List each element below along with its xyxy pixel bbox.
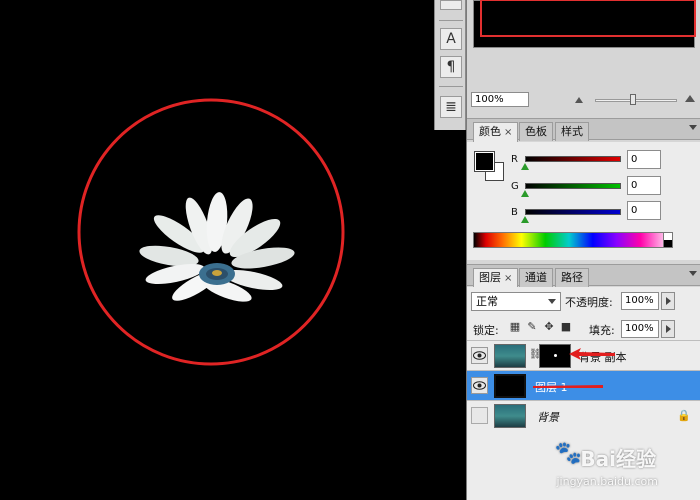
blend-mode-value: 正常 (476, 295, 498, 308)
zoom-in-icon[interactable] (685, 95, 695, 102)
tab-color[interactable]: 颜色 × (473, 122, 519, 142)
tab-layers-label: 图层 (479, 271, 501, 284)
zoom-slider-track[interactable] (595, 99, 677, 102)
navigator-preview[interactable] (473, 0, 696, 48)
zoom-out-icon[interactable] (575, 97, 583, 103)
watermark-url: jingyan.baidu.com (556, 475, 658, 488)
tab-channels-label: 通道 (525, 271, 547, 284)
blue-channel-label: B (511, 207, 518, 218)
layer-name[interactable]: 背景 (537, 409, 559, 425)
tab-channels[interactable]: 通道 (519, 268, 553, 287)
chevron-down-icon (548, 299, 556, 304)
eye-icon[interactable] (471, 377, 488, 394)
foreground-color-swatch[interactable] (474, 151, 495, 172)
blue-channel-slider[interactable] (525, 209, 621, 215)
canvas-artwork (77, 98, 345, 366)
close-icon[interactable]: × (504, 273, 512, 284)
green-channel-thumb[interactable] (521, 190, 529, 197)
watermark-brand: Bai经验 (580, 447, 656, 471)
opacity-slider-button[interactable] (661, 292, 675, 310)
blue-channel-input[interactable]: 0 (627, 201, 661, 220)
panel-dock: 100% 颜色 × 色板 样式 R 0 G 0 B 0 图层 × 通道 路径 正… (466, 0, 700, 500)
eye-icon[interactable] (471, 347, 488, 364)
red-channel-label: R (511, 154, 518, 165)
green-channel-label: G (511, 181, 519, 192)
eye-off-icon[interactable] (471, 407, 488, 424)
fill-label: 填充: (589, 324, 615, 337)
lock-position-icon[interactable]: ✥ (543, 321, 555, 333)
lock-icon: 🔒 (677, 409, 691, 422)
layer-comps-icon[interactable]: ≣ (440, 96, 462, 118)
baidu-paw-logo-icon: 🐾 (554, 441, 582, 466)
toolstrip-divider (439, 20, 463, 21)
opacity-input[interactable]: 100% (621, 292, 659, 310)
flower-image (139, 192, 295, 302)
layer-thumbnail[interactable] (494, 404, 526, 428)
tab-swatches[interactable]: 色板 (519, 122, 553, 141)
toolstrip-divider (439, 86, 463, 87)
lock-transparent-pixels-icon[interactable]: ▦ (509, 321, 521, 333)
annotation-arrow (569, 348, 615, 360)
zoom-slider-thumb[interactable] (630, 94, 636, 105)
navigator-zoom-row: 100% (467, 90, 700, 110)
panel-menu-icon[interactable] (689, 125, 697, 130)
tab-layers[interactable]: 图层 × (473, 268, 519, 288)
black-white-swatch[interactable] (663, 232, 673, 248)
fill-slider-button[interactable] (661, 320, 675, 338)
close-icon[interactable]: × (504, 127, 512, 138)
layers-panel-tabbar: 图层 × 通道 路径 (467, 264, 700, 288)
lock-all-icon[interactable]: ■ (560, 321, 572, 333)
tab-swatches-label: 色板 (525, 125, 547, 138)
zoom-level-input[interactable]: 100% (471, 92, 529, 107)
blend-mode-select[interactable]: 正常 (471, 292, 561, 311)
toolstrip-top-button[interactable] (440, 0, 462, 10)
layer-row-background[interactable]: 背景 🔒 (467, 400, 700, 430)
tab-styles[interactable]: 样式 (555, 122, 589, 141)
layer-thumbnail[interactable] (494, 344, 526, 368)
tab-color-label: 颜色 (479, 125, 501, 138)
layer-row-layer-1[interactable]: 图层 1 (467, 370, 700, 400)
navigator-view-box[interactable] (480, 0, 696, 37)
tab-styles-label: 样式 (561, 125, 583, 138)
opacity-label: 不透明度: (565, 296, 613, 309)
color-panel-tabbar: 颜色 × 色板 样式 (467, 118, 700, 142)
layer-row-background-copy[interactable]: ⛓ 背景 副本 (467, 340, 700, 370)
green-channel-slider[interactable] (525, 183, 621, 189)
fill-input[interactable]: 100% (621, 320, 659, 338)
paragraph-icon[interactable]: ¶ (440, 56, 462, 78)
layer-thumbnail[interactable] (494, 374, 526, 398)
red-channel-thumb[interactable] (521, 163, 529, 170)
green-channel-input[interactable]: 0 (627, 176, 661, 195)
blue-channel-thumb[interactable] (521, 216, 529, 223)
character-icon[interactable]: A (440, 28, 462, 50)
tab-paths-label: 路径 (561, 271, 583, 284)
red-channel-input[interactable]: 0 (627, 150, 661, 169)
lock-label: 锁定: (473, 324, 499, 337)
red-channel-slider[interactable] (525, 156, 621, 162)
color-panel-body: R 0 G 0 B 0 (467, 142, 700, 260)
panel-menu-icon[interactable] (689, 271, 697, 276)
tab-paths[interactable]: 路径 (555, 268, 589, 287)
annotation-strike (533, 385, 603, 388)
navigator-panel: 100% (467, 0, 700, 110)
panel-toolstrip: A ¶ ≣ (434, 0, 466, 130)
document-canvas[interactable] (0, 0, 434, 500)
color-spectrum-bar[interactable] (473, 232, 673, 248)
lock-image-pixels-icon[interactable]: ✎ (526, 321, 538, 333)
